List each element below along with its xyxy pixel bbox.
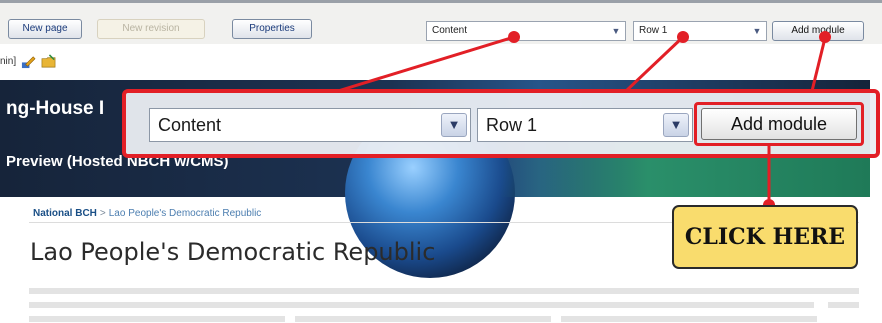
content-column (561, 316, 817, 322)
content-select-value: Content (432, 25, 468, 36)
callout-row-value: Row 1 (486, 115, 538, 135)
folder-icon[interactable] (41, 54, 56, 69)
chevron-down-icon[interactable]: ▼ (750, 24, 764, 38)
content-column (295, 316, 551, 322)
edit-icon[interactable] (21, 54, 36, 69)
new-page-button[interactable]: New page (8, 19, 82, 39)
chevron-down-icon[interactable]: ▼ (609, 24, 623, 38)
content-column (29, 316, 285, 322)
breadcrumb-current-link[interactable]: Lao People's Democratic Republic (109, 208, 262, 219)
content-divider (29, 288, 859, 294)
callout-row-select[interactable]: Row 1 ▼ (477, 108, 693, 142)
page-toolbar: New page New revision Properties Content… (0, 0, 882, 44)
properties-button[interactable]: Properties (232, 19, 312, 39)
callout-content-select[interactable]: Content ▼ (149, 108, 471, 142)
admin-text: nin] (0, 56, 17, 68)
content-divider (828, 302, 859, 308)
new-revision-button[interactable]: New revision (97, 19, 205, 39)
content-divider (29, 302, 814, 308)
breadcrumb: National BCH > Lao People's Democratic Rep… (33, 208, 261, 219)
banner-title: ng-House I (6, 98, 105, 119)
chevron-down-icon[interactable]: ▼ (441, 113, 467, 137)
button-highlight (694, 102, 864, 146)
admin-row: nin] (0, 54, 56, 69)
row-select[interactable]: Row 1 ▼ (633, 21, 767, 41)
chevron-down-icon[interactable]: ▼ (663, 113, 689, 137)
breadcrumb-home-link[interactable]: National BCH (33, 208, 97, 219)
breadcrumb-separator: > (99, 208, 106, 219)
content-select[interactable]: Content ▼ (426, 21, 626, 41)
add-module-button[interactable]: Add module (772, 21, 864, 41)
page-title: Lao People's Democratic Republic (30, 238, 436, 266)
callout-content-value: Content (158, 115, 222, 135)
click-here-note: CLICK HERE (672, 205, 858, 269)
row-select-value: Row 1 (639, 25, 668, 36)
